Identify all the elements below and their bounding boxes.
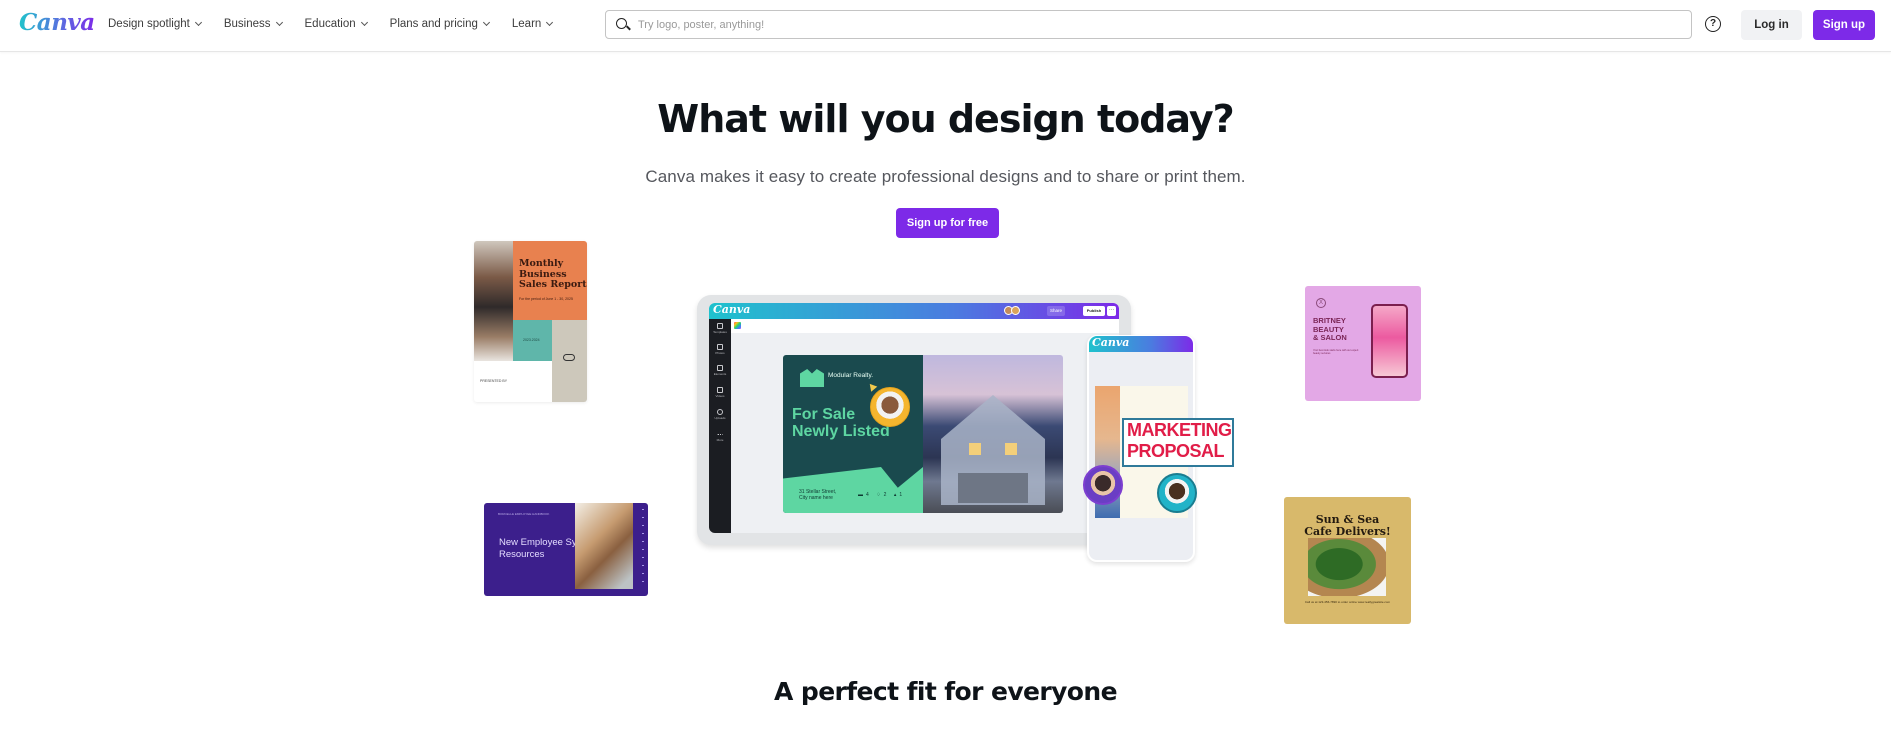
collaborator-avatar bbox=[1157, 473, 1197, 513]
agent-avatar bbox=[870, 387, 910, 427]
hero-title: What will you design today? bbox=[657, 97, 1234, 141]
template-date-block: 2023.2024 bbox=[513, 320, 552, 361]
section-title: A perfect fit for everyone bbox=[774, 677, 1117, 706]
template-photo bbox=[575, 503, 633, 589]
nav-label: Plans and pricing bbox=[389, 18, 478, 30]
editor-side-videos: Videos bbox=[709, 387, 731, 398]
template-body: Call us at 123-456-7890 to order online … bbox=[1304, 600, 1391, 604]
editor-logo: Canva bbox=[713, 303, 751, 316]
nav-label: Education bbox=[304, 18, 356, 30]
upload-icon bbox=[717, 409, 723, 415]
logo-icon bbox=[563, 354, 575, 361]
nav-education[interactable]: Education bbox=[304, 18, 368, 30]
realty-brand: Modular Realty. bbox=[828, 372, 874, 379]
video-icon bbox=[717, 387, 723, 393]
editor-canvas-topbar bbox=[731, 319, 1119, 333]
elements-icon bbox=[717, 365, 723, 371]
chevron-down-icon bbox=[275, 18, 283, 27]
editor-side-uploads: Uploads bbox=[709, 409, 731, 420]
photos-icon bbox=[717, 344, 723, 350]
template-kicker: BORCELLE EMPLOYEE HANDBOOK bbox=[498, 512, 550, 516]
chevron-down-icon bbox=[360, 18, 368, 27]
nav-learn[interactable]: Learn bbox=[511, 18, 554, 30]
editor-share-button: Share bbox=[1047, 306, 1066, 316]
phone-toolbar: Canva bbox=[1089, 336, 1193, 352]
realty-specs: ▬4 ♢2 ▴1 bbox=[858, 492, 906, 498]
template-footer: PRESENTED BY bbox=[480, 379, 508, 383]
house-garage bbox=[958, 473, 1028, 503]
salon-logo-icon: X bbox=[1316, 298, 1326, 308]
template-logo-block bbox=[552, 320, 587, 402]
template-body: Your best look starts here with our expe… bbox=[1313, 349, 1359, 355]
house-window bbox=[969, 443, 981, 455]
template-photo bbox=[474, 241, 513, 361]
search-input[interactable] bbox=[638, 18, 1638, 31]
signup-button[interactable]: Sign up bbox=[1813, 10, 1875, 40]
nav-design-spotlight[interactable]: Design spotlight bbox=[108, 18, 202, 30]
hero-subtitle: Canva makes it easy to create profession… bbox=[645, 167, 1246, 186]
nav-label: Learn bbox=[511, 18, 542, 30]
template-sales-report[interactable]: Monthly Business Sales Report For the pe… bbox=[474, 241, 587, 402]
collaborator-avatar bbox=[1083, 465, 1123, 505]
template-subtitle: For the period of June 1 - 30, 2025 bbox=[519, 297, 573, 301]
collaborator-avatars bbox=[1004, 306, 1022, 316]
decorative-dots bbox=[642, 509, 644, 589]
editor-sidebar: Templates Photos Elements Videos Uploads… bbox=[709, 319, 731, 533]
template-britney-beauty[interactable]: X BRITNEY BEAUTY & SALON Your best look st… bbox=[1305, 286, 1421, 401]
login-button[interactable]: Log in bbox=[1741, 10, 1802, 40]
nav-label: Business bbox=[223, 18, 271, 30]
search-bar[interactable] bbox=[605, 10, 1692, 39]
template-date: 2023.2024 bbox=[523, 338, 540, 342]
realty-design: Modular Realty. For Sale Newly Listed 31 … bbox=[783, 355, 1063, 513]
marketing-proposal-title: MARKETING PROPOSAL bbox=[1122, 418, 1234, 467]
template-new-employee[interactable]: BORCELLE EMPLOYEE HANDBOOK New Employee … bbox=[484, 503, 648, 596]
phone-logo: Canva bbox=[1092, 336, 1130, 349]
phone-image bbox=[1371, 304, 1408, 378]
chevron-down-icon bbox=[194, 18, 202, 27]
chevron-down-icon bbox=[546, 18, 554, 27]
help-icon[interactable]: ? bbox=[1705, 16, 1721, 32]
realty-address: 31 Stellar Street, City name here bbox=[799, 489, 837, 501]
nav-plans-and-pricing[interactable]: Plans and pricing bbox=[389, 18, 490, 30]
nav-label: Design spotlight bbox=[108, 18, 190, 30]
editor-side-photos: Photos bbox=[709, 344, 731, 355]
template-title: Monthly Business Sales Report bbox=[519, 258, 587, 290]
template-title: BRITNEY BEAUTY & SALON bbox=[1313, 316, 1347, 342]
search-icon bbox=[616, 17, 630, 32]
templates-icon bbox=[717, 323, 723, 329]
template-title: Sun & Sea Cafe Delivers! bbox=[1304, 513, 1391, 538]
editor-toolbar: Canva Share Publish ··· bbox=[709, 303, 1119, 319]
editor-publish-button: Publish bbox=[1083, 306, 1105, 316]
canva-logo[interactable]: Canva bbox=[19, 9, 95, 36]
chevron-down-icon bbox=[482, 18, 490, 27]
avatar bbox=[1011, 306, 1020, 315]
color-palette-icon bbox=[734, 322, 741, 329]
more-icon: ··· bbox=[1107, 306, 1116, 316]
signup-free-button[interactable]: Sign up for free bbox=[896, 208, 999, 238]
food-photo bbox=[1308, 538, 1386, 596]
editor-side-more: More bbox=[709, 431, 731, 442]
editor-side-templates: Templates bbox=[709, 323, 731, 334]
top-navigation-bar: Canva Design spotlight Business Educatio… bbox=[0, 0, 1891, 52]
nav-business[interactable]: Business bbox=[223, 18, 283, 30]
template-sun-sea-cafe[interactable]: Sun & Sea Cafe Delivers! Call us at 123-4… bbox=[1284, 497, 1411, 624]
main-nav: Design spotlight Business Education Plan… bbox=[108, 0, 575, 48]
house-window bbox=[1005, 443, 1017, 455]
more-dots-icon bbox=[717, 434, 723, 437]
editor-side-elements: Elements bbox=[709, 365, 731, 376]
template-header-block: Monthly Business Sales Report For the pe… bbox=[513, 241, 587, 320]
